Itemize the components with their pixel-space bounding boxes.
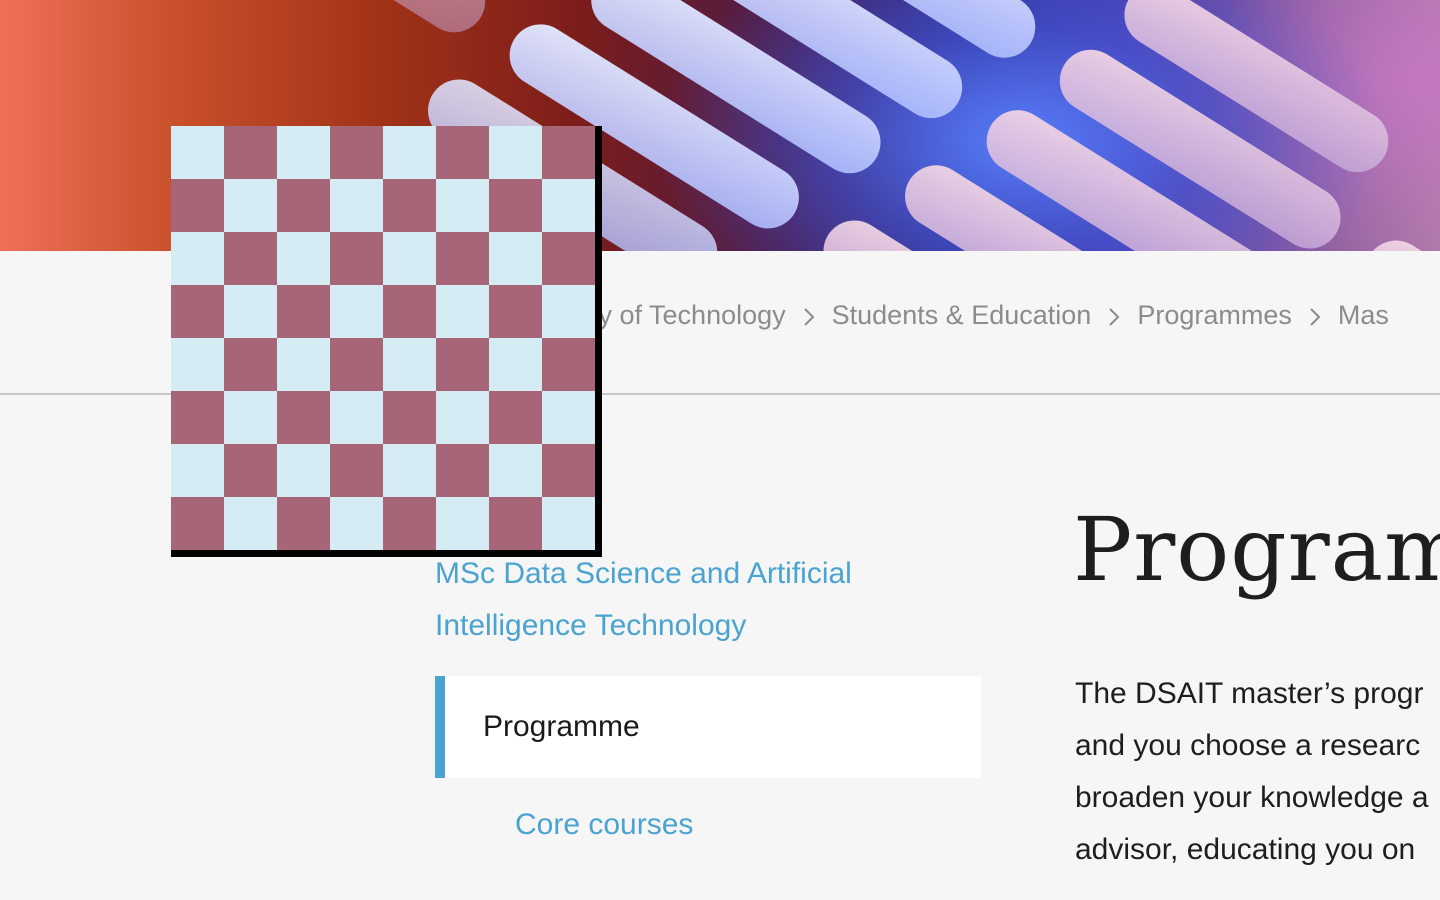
checker-square: [277, 444, 330, 497]
checker-square: [489, 232, 542, 285]
breadcrumb-item-programmes[interactable]: Programmes: [1137, 300, 1292, 331]
breadcrumb-item-university[interactable]: ity of Technology: [585, 300, 786, 331]
paragraph-line: advisor, educating you on: [1075, 833, 1416, 866]
checker-square: [542, 391, 595, 444]
checker-square: [171, 391, 224, 444]
checkerboard-overlay: [171, 126, 602, 557]
checker-square: [330, 497, 383, 550]
checker-square: [224, 444, 277, 497]
checker-square: [277, 179, 330, 232]
checker-square: [383, 285, 436, 338]
chevron-right-icon: [1091, 300, 1137, 331]
checker-square: [436, 285, 489, 338]
checker-square: [436, 497, 489, 550]
checker-square: [542, 232, 595, 285]
breadcrumb-item-masters[interactable]: Mas: [1338, 300, 1389, 331]
checker-square: [330, 444, 383, 497]
checker-square: [542, 338, 595, 391]
checker-square: [489, 444, 542, 497]
checker-square: [277, 497, 330, 550]
paragraph-line: The DSAIT master’s progr: [1075, 677, 1424, 710]
checker-square: [383, 497, 436, 550]
checker-square: [277, 391, 330, 444]
checker-square: [330, 285, 383, 338]
sidebar-item-core-courses[interactable]: Core courses: [515, 808, 693, 842]
checker-square: [383, 179, 436, 232]
checker-square: [277, 285, 330, 338]
checker-square: [277, 338, 330, 391]
checker-square: [330, 179, 383, 232]
checker-square: [436, 232, 489, 285]
checker-square: [383, 232, 436, 285]
checker-square: [330, 391, 383, 444]
checker-square: [489, 338, 542, 391]
checker-square: [489, 126, 542, 179]
chevron-right-icon: [1292, 300, 1338, 331]
checker-square: [171, 126, 224, 179]
checker-square: [224, 179, 277, 232]
checker-square: [436, 338, 489, 391]
paragraph-line: broaden your knowledge a: [1075, 781, 1429, 814]
checker-square: [436, 391, 489, 444]
page: ity of Technology Students & Education P…: [0, 0, 1440, 900]
breadcrumb-item-students-education[interactable]: Students & Education: [832, 300, 1092, 331]
checker-square: [224, 232, 277, 285]
sidebar-programme-title[interactable]: MSc Data Science and Artificial Intellig…: [435, 548, 955, 652]
checker-square: [383, 391, 436, 444]
checker-square: [436, 179, 489, 232]
sidebar-item-programme[interactable]: Programme: [435, 676, 981, 778]
checker-square: [171, 338, 224, 391]
checker-square: [542, 179, 595, 232]
checker-square: [436, 444, 489, 497]
checker-square: [171, 285, 224, 338]
checker-square: [277, 126, 330, 179]
checker-square: [383, 444, 436, 497]
checker-square: [224, 285, 277, 338]
checker-square: [383, 126, 436, 179]
sidebar-title-line: Intelligence Technology: [435, 609, 747, 642]
checker-square: [436, 126, 489, 179]
checker-square: [489, 285, 542, 338]
checker-square: [224, 497, 277, 550]
sidebar-item-label: Programme: [483, 710, 640, 743]
checker-square: [542, 497, 595, 550]
checker-square: [330, 126, 383, 179]
checker-square: [171, 179, 224, 232]
checker-square: [489, 497, 542, 550]
page-title: Programm: [1073, 498, 1440, 601]
checker-square: [224, 126, 277, 179]
checker-square: [383, 338, 436, 391]
paragraph-line: and you choose a researc: [1075, 729, 1421, 762]
intro-paragraph: The DSAIT master’s progr and you choose …: [1075, 668, 1440, 876]
checker-square: [171, 444, 224, 497]
checker-square: [277, 232, 330, 285]
checker-square: [224, 338, 277, 391]
checker-square: [171, 232, 224, 285]
checker-square: [489, 391, 542, 444]
checker-square: [224, 391, 277, 444]
checker-square: [542, 444, 595, 497]
checker-square: [542, 285, 595, 338]
checker-square: [330, 338, 383, 391]
checker-square: [489, 179, 542, 232]
checker-square: [542, 126, 595, 179]
chevron-right-icon: [786, 300, 832, 331]
checker-square: [330, 232, 383, 285]
checker-square: [171, 497, 224, 550]
breadcrumb: ity of Technology Students & Education P…: [585, 300, 1389, 331]
